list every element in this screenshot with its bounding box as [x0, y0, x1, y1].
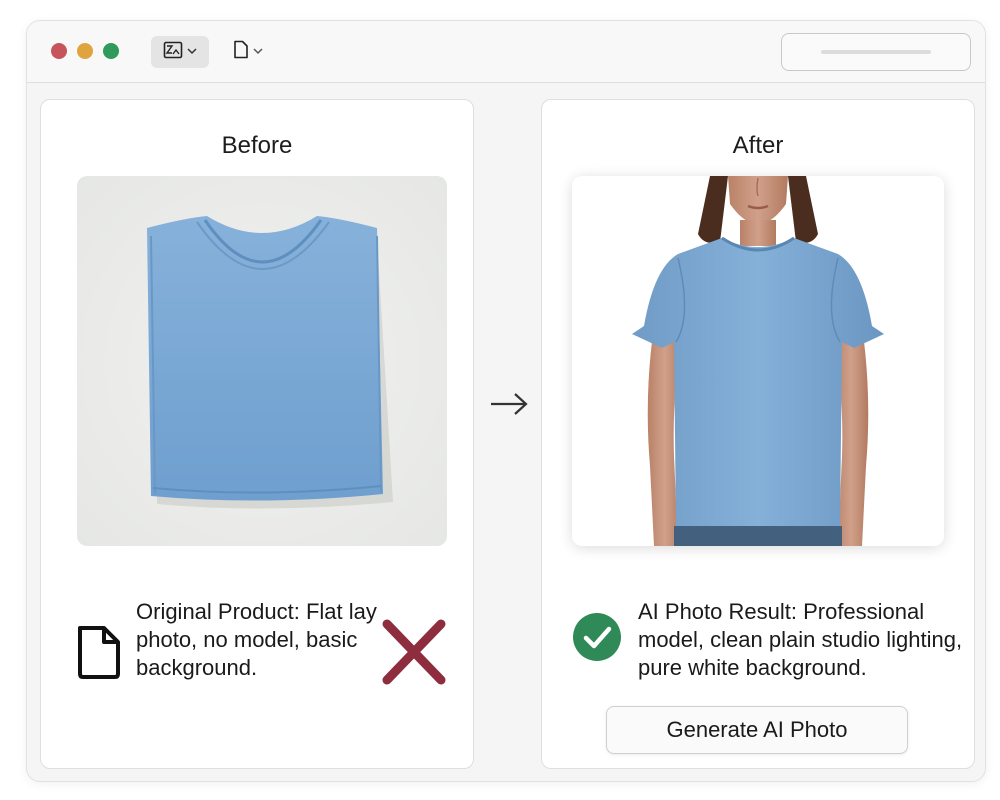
- app-window: Before Original Product: Flat lay photo,…: [26, 20, 986, 782]
- before-title: Before: [221, 132, 293, 159]
- document-menu-button[interactable]: [223, 36, 273, 68]
- minimize-window-button[interactable]: [77, 43, 93, 59]
- flat-lay-product-photo: [77, 176, 447, 546]
- document-icon: [74, 624, 122, 685]
- document-icon: [233, 40, 249, 64]
- before-panel: Before Original Product: Flat lay photo,…: [40, 99, 474, 769]
- after-panel: After AI Photo Result: Professional mode…: [541, 99, 975, 769]
- after-title: After: [732, 132, 784, 159]
- arrow-right-icon: [489, 389, 529, 428]
- generate-ai-photo-button[interactable]: Generate AI Photo: [606, 706, 908, 754]
- cross-icon: [381, 618, 447, 691]
- zoom-window-button[interactable]: [103, 43, 119, 59]
- search-field[interactable]: [781, 33, 971, 71]
- close-window-button[interactable]: [51, 43, 67, 59]
- image-icon: [163, 41, 183, 64]
- title-bar: [27, 21, 985, 83]
- image-menu-button[interactable]: [151, 36, 209, 68]
- before-description: Original Product: Flat lay photo, no mod…: [136, 599, 377, 680]
- chevron-down-icon: [253, 46, 263, 58]
- ai-model-photo: [572, 176, 944, 546]
- check-circle-icon: [572, 612, 622, 667]
- chevron-down-icon: [187, 46, 197, 58]
- after-description: AI Photo Result: Professional model, cle…: [638, 599, 963, 680]
- search-placeholder-bar: [821, 50, 931, 54]
